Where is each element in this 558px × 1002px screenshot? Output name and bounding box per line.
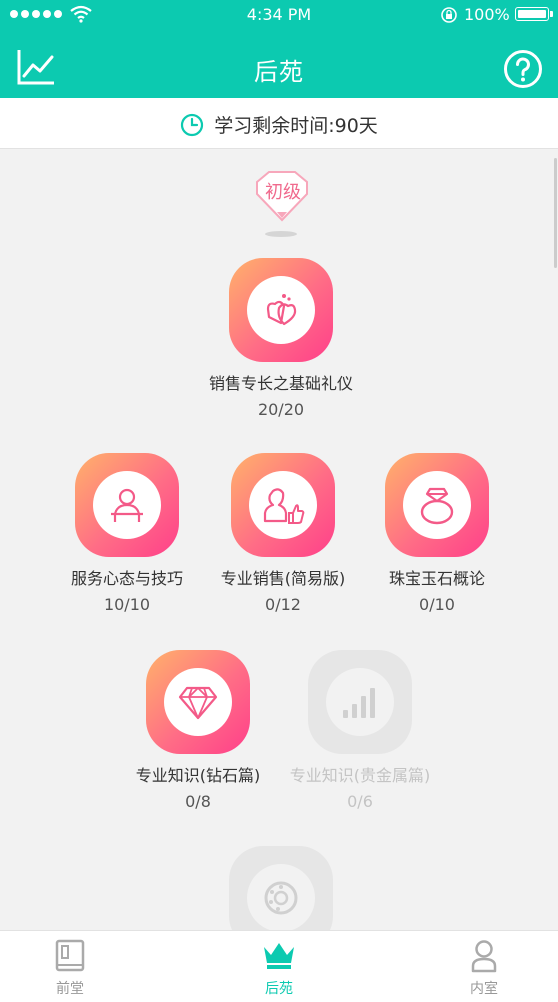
- dial-icon: [264, 881, 298, 915]
- page-title: 后苑: [254, 58, 304, 86]
- course-item[interactable]: 专业知识(钻石篇) 0/8: [108, 650, 288, 811]
- tab-label: 后苑: [265, 981, 293, 997]
- course-tile[interactable]: [231, 453, 335, 557]
- course-name: 珠宝玉石概论: [388, 569, 485, 588]
- course-item[interactable]: 销售专长之基础礼仪 20/20: [191, 258, 371, 419]
- battery-icon: [515, 7, 553, 21]
- course-tile[interactable]: [75, 453, 179, 557]
- tab-houyuan[interactable]: 后苑: [219, 931, 339, 1002]
- course-progress: 10/10: [103, 595, 151, 614]
- person-thumbs-up-icon: [263, 488, 305, 524]
- course-progress: 0/12: [265, 595, 301, 614]
- course-name: 专业知识(钻石篇): [135, 766, 261, 785]
- scrollbar[interactable]: [554, 158, 557, 268]
- course-progress: 0/8: [185, 792, 211, 811]
- tab-qiantang[interactable]: 前堂: [10, 931, 130, 1002]
- course-name: 专业知识(贵金属篇): [289, 766, 431, 785]
- course-progress: 0/10: [419, 595, 455, 614]
- course-item[interactable]: 珠宝玉石概论 0/10: [347, 453, 527, 614]
- course-tile[interactable]: [385, 453, 489, 557]
- diamond-icon: [178, 686, 218, 720]
- bottom-tab-bar: 前堂 后苑 内室: [0, 930, 558, 1002]
- person-desk-icon: [111, 488, 143, 522]
- book-icon: [55, 939, 85, 972]
- course-progress: 20/20: [257, 400, 305, 419]
- level-badge: 初级: [243, 168, 323, 238]
- hearts-icon: [266, 294, 297, 326]
- course-name: 专业销售(简易版): [220, 569, 346, 588]
- ring-icon: [420, 487, 454, 525]
- clock-icon: [181, 113, 204, 136]
- level-label: 初级: [265, 182, 301, 203]
- status-bar: 4:34 PM 100%: [0, 0, 558, 30]
- study-time-bar: 学习剩余时间:90天: [0, 98, 558, 149]
- course-item-locked[interactable]: 专业知识(贵金属篇) 0/6: [270, 650, 450, 811]
- rotation-lock-icon: [441, 7, 457, 23]
- tab-neishi[interactable]: 内室: [424, 931, 544, 1002]
- tab-label: 前堂: [56, 981, 84, 997]
- help-icon[interactable]: [503, 49, 543, 89]
- course-item[interactable]: 专业销售(简易版) 0/12: [193, 453, 373, 614]
- course-tile[interactable]: [229, 258, 333, 362]
- course-progress: 0/6: [347, 792, 373, 811]
- tab-label: 内室: [470, 981, 498, 997]
- course-tile[interactable]: [146, 650, 250, 754]
- course-name: 销售专长之基础礼仪: [208, 374, 353, 393]
- user-icon: [471, 940, 497, 973]
- battery-percentage: 100%: [464, 5, 510, 24]
- study-time-label: 学习剩余时间:90天: [214, 115, 378, 137]
- course-name: 服务心态与技巧: [70, 569, 183, 588]
- course-item[interactable]: 服务心态与技巧 10/10: [37, 453, 217, 614]
- signal-bars-icon: [343, 688, 375, 718]
- top-bar: 4:34 PM 100% 后苑: [0, 0, 558, 98]
- crown-icon: [264, 943, 294, 969]
- course-tile[interactable]: [308, 650, 412, 754]
